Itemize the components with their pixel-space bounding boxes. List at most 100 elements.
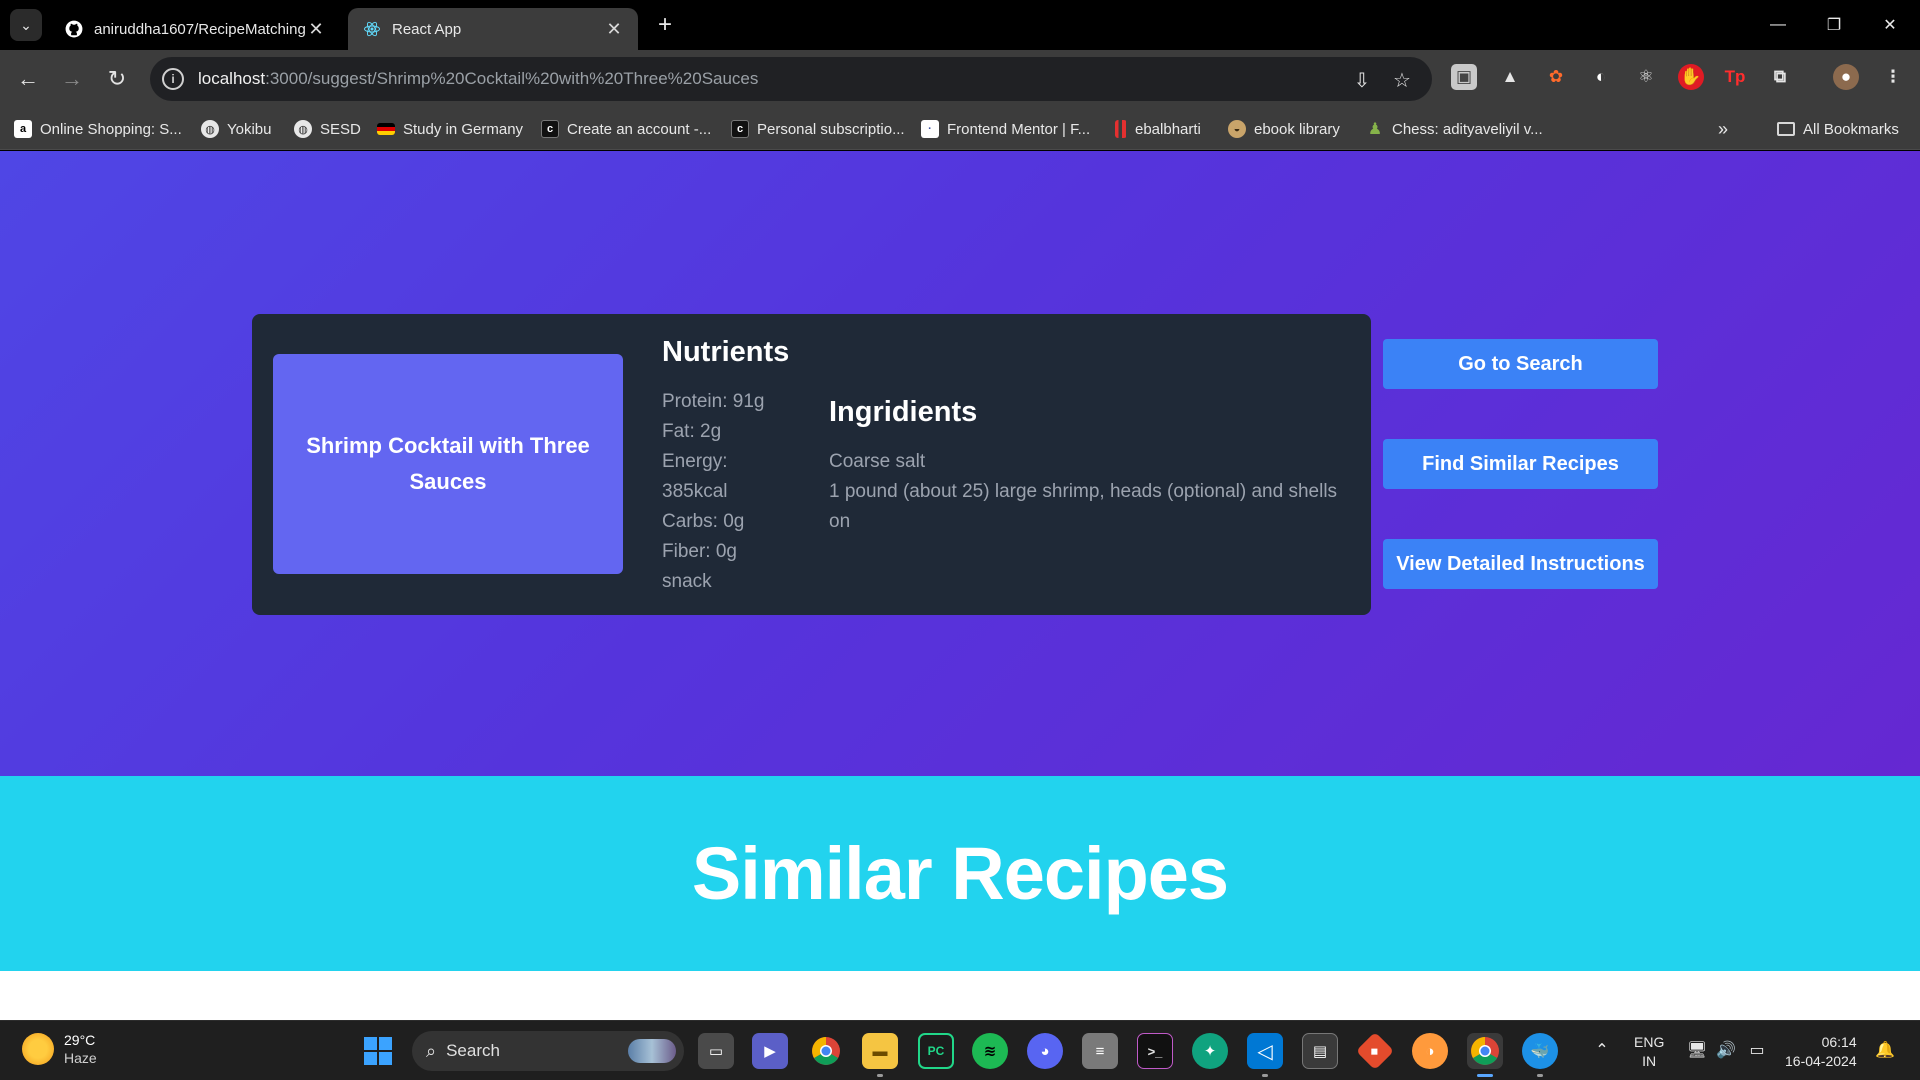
bookmark-item[interactable]: ◍ SESD [294,117,361,141]
address-bar[interactable]: i localhost:3000/suggest/Shrimp%20Cockta… [150,57,1432,101]
running-indicator [1537,1074,1543,1077]
close-window-icon[interactable]: ✕ [1862,0,1918,50]
tab-react-app[interactable]: React App ✕ [348,8,638,50]
edge-browser-icon[interactable]: ◑ [1412,1033,1448,1069]
app-window-icon[interactable]: ▤ [1302,1033,1338,1069]
discord-icon[interactable]: ◕ [1027,1033,1063,1069]
react-devtools-icon[interactable]: ⚛ [1633,64,1659,90]
minimize-icon[interactable]: — [1750,0,1806,50]
vscode-icon[interactable]: ◁ [1247,1033,1283,1077]
bookmarks-bar: a Online Shopping: S... ◍ Yokibu ◍ SESD Stu… [0,108,1920,150]
frontend-mentor-icon: · [921,120,939,138]
close-tab-icon[interactable]: ✕ [306,19,326,40]
bookmark-item[interactable]: ◒ ebook library [1228,117,1340,141]
all-bookmarks-folder[interactable]: All Bookmarks [1777,117,1899,141]
weather-haze-icon [22,1033,54,1065]
ingredient-item: 1 pound (about 25) large shrimp, heads (… [829,481,1338,532]
flag-icon [377,123,395,135]
tab-github[interactable]: aniruddha1607/RecipeMatching ✕ [50,8,340,50]
tab-title: React App [392,20,462,38]
chrome-menu-icon[interactable]: ⋮ [1880,64,1906,90]
adblock-icon[interactable]: ✋ [1678,64,1704,90]
bookmark-item[interactable]: ◍ Yokibu [201,117,272,141]
bookmark-item[interactable]: ebalbharti [1115,117,1201,141]
close-tab-icon[interactable]: ✕ [604,19,624,40]
bookmark-item[interactable]: c Personal subscriptio... [731,117,905,141]
recipe-name-tile: Shrimp Cocktail with Three Sauces [273,354,623,574]
extension-icon[interactable]: ◐ [1588,64,1614,90]
library-icon: ◒ [1228,120,1246,138]
network-icon[interactable]: 🖥 [1686,1039,1708,1061]
clock-time: 06:14 [1821,1034,1857,1050]
extension-icon[interactable]: ✿ [1543,64,1569,90]
extensions-puzzle-icon[interactable]: ⧉ [1767,64,1793,90]
nutrient-item: Carbs: 0g [662,511,745,532]
bookmark-item[interactable]: Study in Germany [377,117,523,141]
running-indicator [877,1074,883,1077]
bookmark-item[interactable]: · Frontend Mentor | F... [921,117,1090,141]
git-icon[interactable]: ◆ [1355,1031,1395,1071]
input-language-indicator[interactable]: ENG IN [1634,1033,1664,1071]
spotify-icon[interactable]: ≋ [972,1033,1008,1069]
bookmark-item[interactable]: a Online Shopping: S... [14,117,182,141]
new-tab-button[interactable]: + [650,10,680,40]
url-text[interactable]: localhost:3000/suggest/Shrimp%20Cocktail… [198,69,758,89]
back-arrow-icon[interactable]: ← [12,63,44,95]
database-icon[interactable]: ≡ [1082,1033,1118,1069]
extension-tp-icon[interactable]: Tp [1722,64,1748,90]
task-view-icon[interactable]: ▭ [698,1033,734,1069]
pycharm-icon[interactable]: PC [918,1033,954,1069]
bookmark-item[interactable]: ♟ Chess: adityaveliyil v... [1366,117,1543,141]
nutrient-item: Energy: 385kcal [662,451,728,502]
recipe-card: Shrimp Cocktail with Three Sauces Nutrie… [252,314,1371,615]
chrome-icon[interactable] [808,1033,844,1069]
site-info-icon[interactable]: i [162,68,184,90]
nutrients-list: Protein: 91g Fat: 2g Energy: 385kcal Car… [662,387,782,597]
find-similar-recipes-button[interactable]: Find Similar Recipes [1383,439,1658,489]
chatgpt-icon[interactable]: ✦ [1192,1033,1228,1069]
book-icon [1115,120,1127,138]
similar-recipes-section: Similar Recipes [0,776,1920,971]
search-highlight-image [628,1039,676,1063]
web-page: Shrimp Cocktail with Three Sauces Nutrie… [0,151,1920,1020]
amazon-icon: a [14,120,32,138]
region-code: IN [1642,1053,1657,1069]
extension-icon[interactable]: ▣ [1451,64,1477,90]
windows-start-icon[interactable] [364,1037,392,1065]
terminal-icon[interactable]: >_ [1137,1033,1173,1069]
google-drive-icon[interactable]: ▲ [1497,64,1523,90]
volume-icon[interactable]: 🔊 [1715,1039,1737,1061]
battery-icon[interactable]: ▭ [1746,1039,1768,1061]
more-bookmarks-chevron-icon[interactable]: » [1718,117,1728,141]
restore-icon[interactable]: ❐ [1806,0,1862,50]
nutrient-item: Fat: 2g [662,421,722,442]
go-to-search-button[interactable]: Go to Search [1383,339,1658,389]
windows-taskbar: 29°C Haze ⌕ Search ▭ ▶ ▬ PC ≋ ◕ ≡ >_ ✦ ◁… [0,1020,1920,1080]
bookmark-item[interactable]: c Create an account -... [541,117,711,141]
chrome-active-icon[interactable] [1467,1033,1503,1077]
docker-icon[interactable]: 🐳 [1522,1033,1558,1077]
taskbar-search-box[interactable]: ⌕ Search [412,1031,684,1071]
tab-search-menu-button[interactable]: ⌄ [10,9,42,41]
reload-icon[interactable]: ↻ [101,63,133,95]
browser-tab-bar: ⌄ aniruddha1607/RecipeMatching ✕ React A… [0,0,1920,50]
active-indicator [1477,1074,1493,1077]
nutrient-item: Fiber: 0g [662,541,737,562]
ingredients-list: Coarse salt 1 pound (about 25) large shr… [829,447,1349,537]
teams-meet-icon[interactable]: ▶ [752,1033,788,1069]
show-hidden-icons-chevron-icon[interactable]: ⌃ [1591,1039,1613,1061]
folder-icon [1777,122,1795,136]
weather-widget[interactable]: 29°C Haze [22,1031,97,1067]
system-clock[interactable]: 06:14 16-04-2024 [1785,1033,1857,1071]
notification-bell-icon[interactable]: 🔔 [1874,1039,1896,1061]
weather-temperature: 29°C [64,1032,96,1048]
recipe-hero-section: Shrimp Cocktail with Three Sauces Nutrie… [0,151,1920,776]
bookmark-star-icon[interactable]: ☆ [1389,67,1415,93]
view-detailed-instructions-button[interactable]: View Detailed Instructions [1383,539,1658,589]
install-app-icon[interactable]: ⇩ [1349,67,1375,93]
forward-arrow-icon[interactable]: → [56,63,88,95]
nutrients-heading: Nutrients [662,336,790,368]
ingredient-item: Coarse salt [829,451,926,472]
file-explorer-icon[interactable]: ▬ [862,1033,898,1077]
profile-avatar[interactable]: ● [1833,64,1859,90]
